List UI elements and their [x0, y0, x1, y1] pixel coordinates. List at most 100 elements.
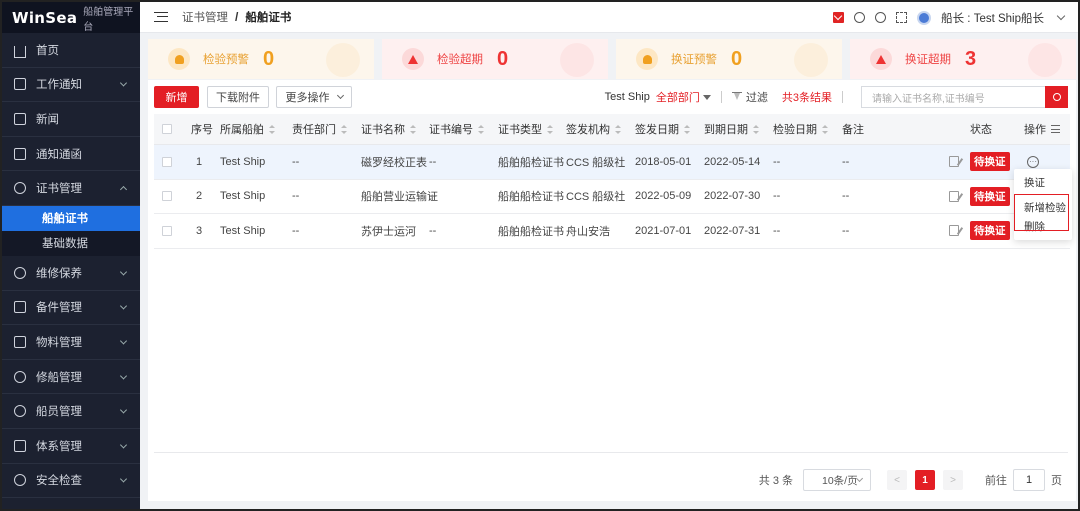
status-cell: 待换证	[970, 145, 1010, 179]
sidebar-subitem-1[interactable]: 船舶证书	[2, 205, 140, 231]
sidebar-item-label: 修船管理	[36, 371, 82, 384]
column-header[interactable]: 证书名称	[361, 114, 416, 144]
compass-icon[interactable]	[854, 12, 866, 23]
checkbox[interactable]	[162, 191, 172, 202]
sidebar-item-label: 维修保养	[36, 267, 82, 280]
cell-name: 磁罗经校正表	[361, 156, 427, 169]
page-size-select[interactable]: 10条/页	[803, 469, 871, 491]
column-header[interactable]: 证书编号	[429, 114, 484, 144]
chevron-down-icon[interactable]	[1056, 11, 1066, 20]
column-header[interactable]: 签发机构	[566, 114, 621, 144]
sort-icon[interactable]	[478, 124, 484, 134]
more-actions-button[interactable]: 更多操作	[276, 86, 352, 108]
language-icon[interactable]	[875, 12, 887, 23]
logo[interactable]: WinSea 船舶管理平台	[2, 2, 140, 33]
column-header[interactable]: 责任部门	[292, 114, 347, 144]
avatar[interactable]	[917, 10, 932, 25]
cell-expiry: 2022-07-31	[704, 224, 761, 237]
column-header[interactable]: 签发日期	[635, 114, 690, 144]
column-settings[interactable]	[1051, 114, 1060, 144]
chevron-down-icon	[119, 475, 128, 483]
sidebar-item-label: 体系管理	[36, 440, 82, 453]
chevron-down-icon	[119, 79, 128, 87]
sort-icon[interactable]	[684, 124, 690, 134]
warning-icon	[870, 48, 892, 70]
menu-item-renew[interactable]: 换证	[1014, 173, 1072, 192]
message-icon[interactable]	[833, 12, 845, 23]
search-input[interactable]: 请输入证书名称,证书编号	[861, 86, 1045, 108]
sidebar-subitem-2[interactable]: 基础数据	[2, 230, 140, 256]
select-all-checkbox[interactable]	[162, 114, 172, 144]
checkbox[interactable]	[162, 225, 172, 236]
material-icon	[14, 335, 26, 348]
edit-icon[interactable]	[949, 225, 959, 237]
column-header[interactable]: 所属船舶	[220, 114, 275, 144]
sort-icon[interactable]	[547, 124, 553, 134]
sidebar-item-3[interactable]: 新闻	[2, 102, 140, 137]
stat-label: 换证超期	[905, 54, 951, 66]
sidebar-item-7[interactable]: 备件管理	[2, 291, 140, 326]
goto-page-input[interactable]: 1	[1013, 469, 1045, 491]
stat-card[interactable]: 换证超期 3	[850, 39, 1076, 79]
sidebar-item-1[interactable]: 首页	[2, 33, 140, 68]
sidebar-item-6[interactable]: 维修保养	[2, 256, 140, 291]
search-button[interactable]	[1045, 86, 1068, 108]
sort-icon[interactable]	[341, 124, 347, 134]
cell-issued: 2018-05-01	[635, 155, 692, 168]
sort-icon[interactable]	[410, 124, 416, 134]
sidebar-item-11[interactable]: 体系管理	[2, 429, 140, 464]
prev-page-button[interactable]: <	[887, 470, 907, 490]
sidebar-item-9[interactable]: 修船管理	[2, 360, 140, 395]
brand-subtitle: 船舶管理平台	[83, 6, 134, 33]
stat-value: 3	[965, 47, 977, 70]
sidebar-item-12[interactable]: 安全检查	[2, 464, 140, 499]
cell-no: 1	[196, 155, 203, 168]
table-row[interactable]: 1 Test Ship -- 磁罗经校正表 -- 船舶船检证书 CCS 船级社 2018-05…	[154, 145, 1070, 180]
cell-expiry: 2022-05-14	[704, 155, 761, 168]
download-attachment-button[interactable]: 下载附件	[207, 86, 269, 108]
sort-icon[interactable]	[753, 124, 759, 134]
chevron-down-icon	[119, 441, 128, 449]
fullscreen-icon[interactable]	[896, 12, 908, 23]
page-button-current[interactable]: 1	[915, 470, 935, 490]
sidebar-item-2[interactable]: 工作通知	[2, 68, 140, 103]
table-row[interactable]: 2 Test Ship -- 船舶营业运输证 -- 船舶船检证书 CCS 船级社 2022-0…	[154, 180, 1070, 214]
status-badge: 待换证	[970, 221, 1010, 241]
table-row[interactable]: 3 Test Ship -- 苏伊士运河 -- 船舶船检证书 舟山安浩 2021-07-01 2…	[154, 214, 1070, 249]
sidebar-item-10[interactable]: 船员管理	[2, 394, 140, 429]
goto-label: 前往	[985, 475, 1007, 487]
stat-card[interactable]: 检验预警 0	[148, 39, 374, 79]
cell-expiry: 2022-07-30	[704, 190, 761, 203]
stat-card[interactable]: 检验超期 0	[382, 39, 608, 79]
user-name[interactable]: 船长 : Test Ship船长	[941, 10, 1044, 26]
add-button[interactable]: 新增	[154, 86, 199, 108]
department-selector[interactable]: 全部部门	[656, 89, 711, 105]
sort-icon[interactable]	[822, 124, 828, 134]
sidebar-item-4[interactable]: 通知通函	[2, 137, 140, 172]
edit-icon[interactable]	[949, 156, 959, 168]
stat-card[interactable]: 换证预警 0	[616, 39, 842, 79]
sort-icon[interactable]	[615, 124, 621, 134]
column-header[interactable]: 证书类型	[498, 114, 553, 144]
chevron-down-icon	[119, 372, 128, 380]
goto-suffix: 页	[1051, 475, 1062, 487]
checkbox[interactable]	[162, 156, 172, 167]
menu-toggle-icon[interactable]	[154, 12, 168, 22]
sort-icon[interactable]	[269, 124, 275, 134]
filter-icon[interactable]	[731, 92, 742, 102]
pagination: 共 3 条 10条/页 < 1 > 前往 1 页	[759, 469, 1062, 491]
filter-button[interactable]: 过滤	[746, 89, 768, 105]
edit-icon[interactable]	[949, 190, 959, 202]
column-header[interactable]: 检验日期	[773, 114, 828, 144]
column-header[interactable]: 到期日期	[704, 114, 759, 144]
cell-type: 船舶船检证书	[498, 156, 564, 169]
breadcrumb-item-parent[interactable]: 证书管理	[182, 9, 228, 25]
ship-selector[interactable]: Test Ship	[605, 91, 650, 103]
sidebar-item-label: 安全检查	[36, 475, 82, 488]
sidebar-item-5[interactable]: 证书管理	[2, 171, 140, 206]
checkbox[interactable]	[162, 124, 172, 134]
more-icon[interactable]: ···	[1027, 155, 1039, 168]
top-header: 证书管理 / 船舶证书 船长 : Test Ship船长	[140, 2, 1078, 33]
sidebar-item-8[interactable]: 物料管理	[2, 325, 140, 360]
next-page-button[interactable]: >	[943, 470, 963, 490]
